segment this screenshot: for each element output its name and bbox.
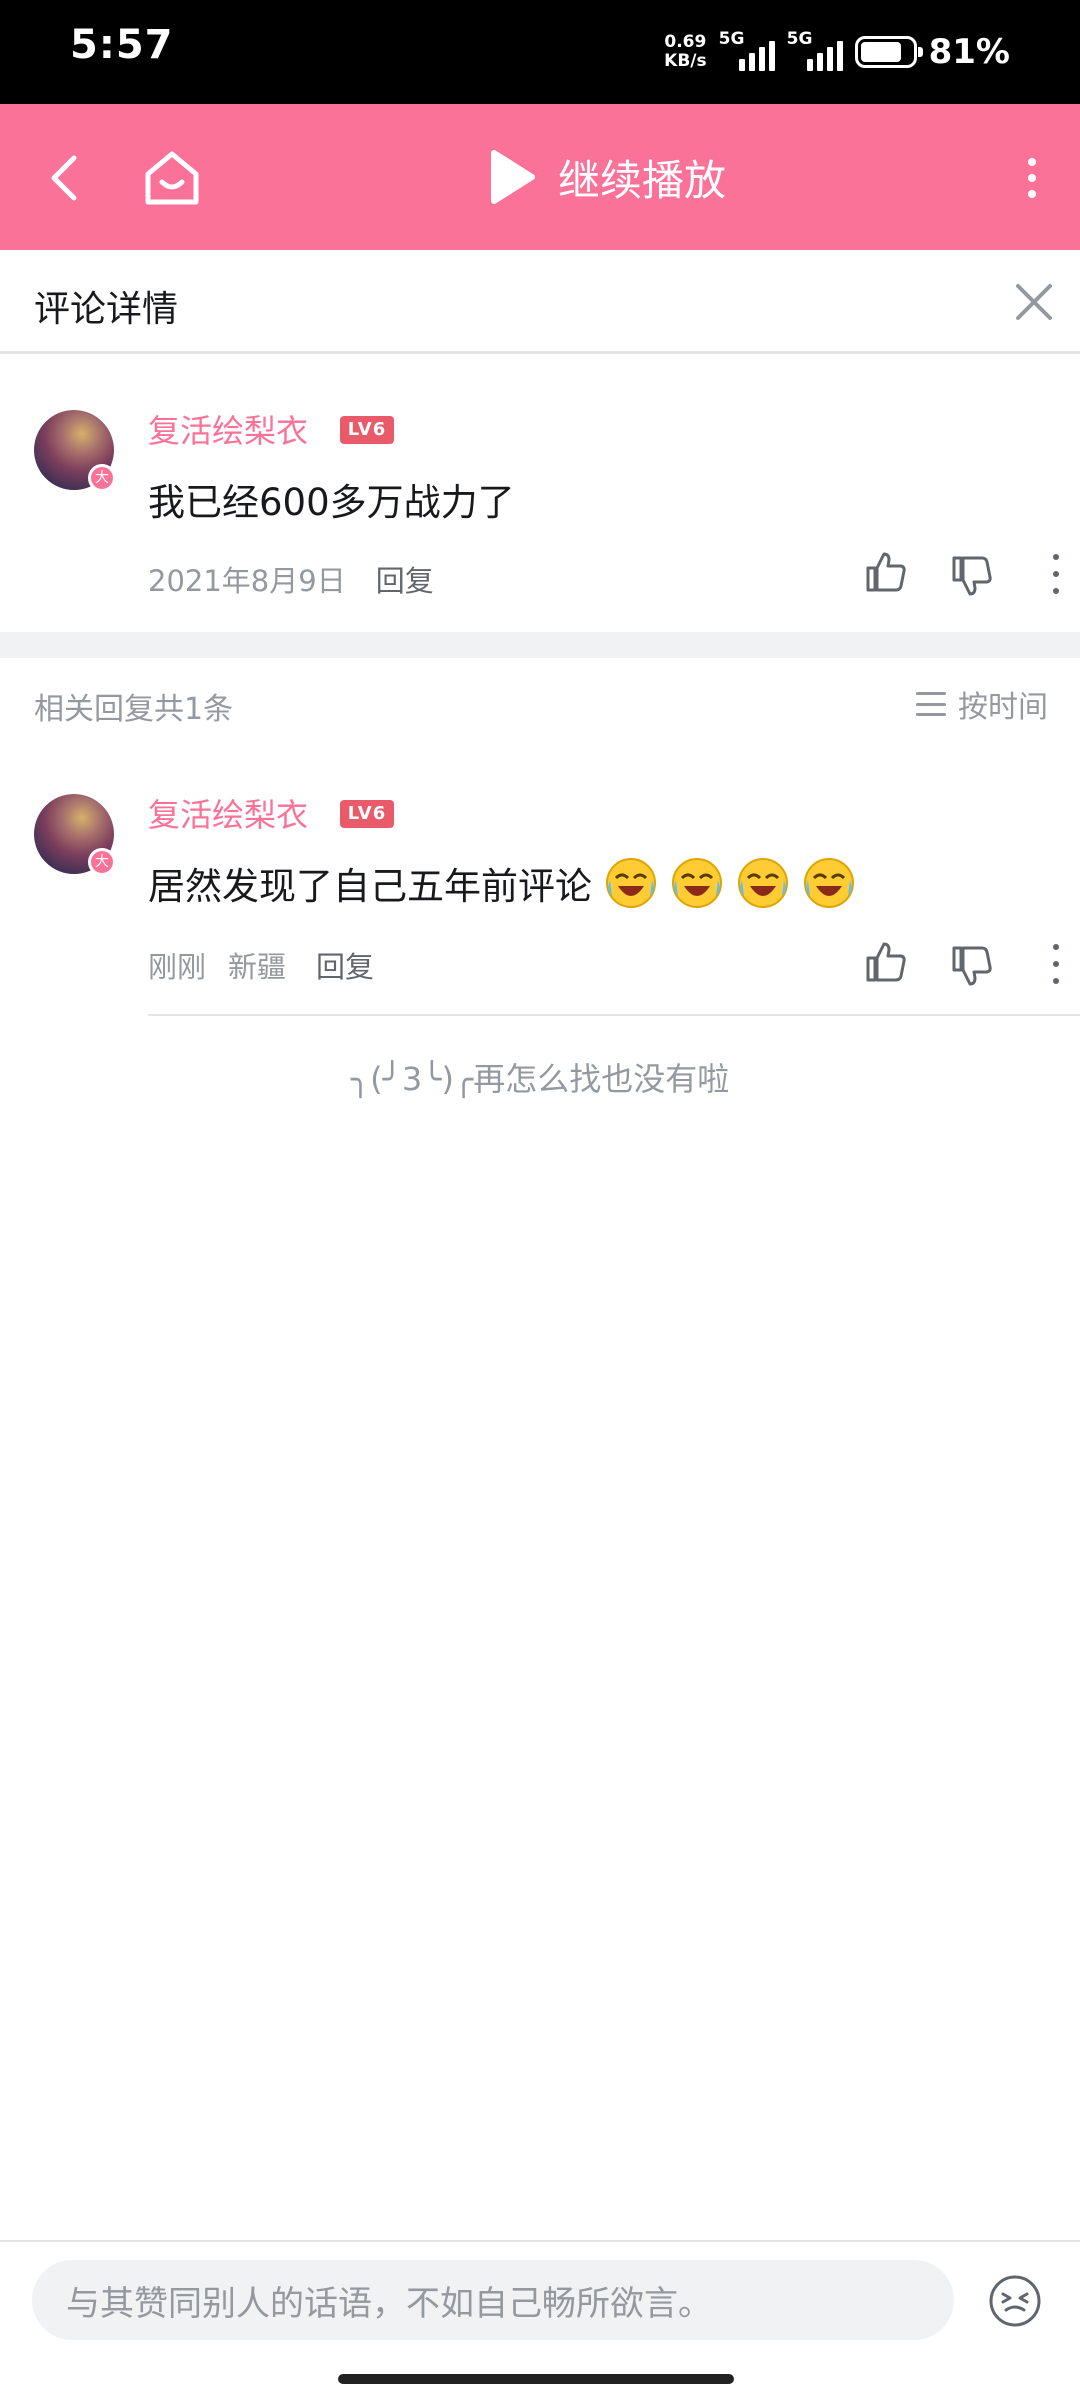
- end-of-list-note: ╮(╯3╰)╭再怎么找也没有啦: [350, 1060, 730, 1098]
- network-speed-value: 0.69: [664, 32, 707, 52]
- comment-time: 刚刚: [148, 950, 207, 984]
- top-bar: 继续播放: [0, 104, 1080, 250]
- laugh-cry-emoji: [672, 858, 722, 908]
- comment-text: 我已经600多万战力了: [148, 481, 515, 524]
- avatar-badge: 大: [88, 464, 116, 492]
- home-indicator[interactable]: [338, 2374, 734, 2384]
- comment-meta: 刚刚 新疆 回复: [148, 944, 374, 986]
- signal-icon: 5G: [787, 29, 843, 75]
- screen: { "status_bar": { "time": "5:57", "speed…: [0, 0, 1080, 2400]
- dislike-icon[interactable]: [950, 554, 994, 598]
- level-badge: LV6: [340, 416, 394, 444]
- like-icon[interactable]: [864, 550, 908, 594]
- status-bar: 5:57 0.69 KB/s 5G 5G 81%: [0, 0, 1080, 104]
- resume-play-button[interactable]: 继续播放: [488, 144, 726, 210]
- comment-detail-header: 评论详情: [0, 250, 1080, 354]
- page-title: 评论详情: [34, 289, 179, 330]
- comment-meta: 2021年8月9日 回复: [148, 558, 434, 600]
- comment-more-button[interactable]: [1050, 944, 1062, 984]
- home-button[interactable]: [140, 146, 204, 210]
- comment-input-placeholder: 与其赞同别人的话语，不如自己畅所欲言。: [66, 2283, 712, 2324]
- emoji-picker-icon[interactable]: [988, 2274, 1042, 2328]
- play-icon: [491, 150, 535, 204]
- avatar[interactable]: 大: [34, 410, 116, 492]
- sort-label: 按时间: [958, 690, 1048, 725]
- reply-button[interactable]: 回复: [316, 944, 374, 986]
- comment-more-button[interactable]: [1050, 554, 1062, 594]
- reply-divider: [148, 1014, 1080, 1016]
- back-button[interactable]: [38, 148, 98, 208]
- comment-date: 2021年8月9日: [148, 564, 346, 598]
- status-indicators: 0.69 KB/s 5G 5G 81%: [664, 22, 1010, 82]
- sort-by-time-button[interactable]: 按时间: [916, 682, 1048, 726]
- laugh-cry-emoji: [738, 858, 788, 908]
- status-time: 5:57: [70, 22, 174, 68]
- reply-comment: 大 复活绘梨衣 LV6 居然发现了自己五年前评论 刚刚 新疆 回复: [0, 748, 1080, 1016]
- sort-icon: [916, 692, 946, 716]
- dislike-icon[interactable]: [950, 944, 994, 988]
- level-badge: LV6: [340, 800, 394, 828]
- network-speed-unit: KB/s: [664, 51, 707, 71]
- comment-text-row: 居然发现了自己五年前评论: [148, 856, 856, 910]
- resume-play-label: 继续播放: [558, 155, 727, 205]
- laugh-cry-emoji: [804, 858, 854, 908]
- comment-text: 居然发现了自己五年前评论: [148, 865, 592, 908]
- more-options-button[interactable]: [1014, 148, 1050, 208]
- username[interactable]: 复活绘梨衣: [148, 790, 308, 836]
- signal-icon: 5G: [719, 29, 775, 75]
- section-divider: [0, 632, 1080, 658]
- replies-header: 相关回复共1条 按时间: [0, 658, 1080, 748]
- like-icon[interactable]: [864, 940, 908, 984]
- home-icon: [145, 151, 199, 205]
- close-button[interactable]: [1010, 278, 1058, 326]
- bottom-input-bar: 与其赞同别人的话语，不如自己畅所欲言。: [0, 2240, 1080, 2400]
- root-comment: 大 复活绘梨衣 LV6 我已经600多万战力了 2021年8月9日 回复: [0, 354, 1080, 632]
- comment-location: 新疆: [228, 950, 287, 984]
- replies-count: 相关回复共1条: [34, 692, 234, 727]
- chevron-left-icon: [51, 155, 77, 201]
- username[interactable]: 复活绘梨衣: [148, 406, 308, 452]
- network-speed: 0.69 KB/s: [664, 33, 706, 71]
- battery-percent: 81%: [928, 32, 1010, 72]
- close-icon: [1016, 284, 1052, 320]
- comment-input[interactable]: 与其赞同别人的话语，不如自己畅所欲言。: [32, 2260, 954, 2340]
- avatar-badge: 大: [88, 848, 116, 876]
- battery-icon: [854, 36, 923, 68]
- avatar[interactable]: 大: [34, 794, 116, 876]
- reply-button[interactable]: 回复: [376, 558, 434, 600]
- laugh-cry-emoji: [606, 858, 656, 908]
